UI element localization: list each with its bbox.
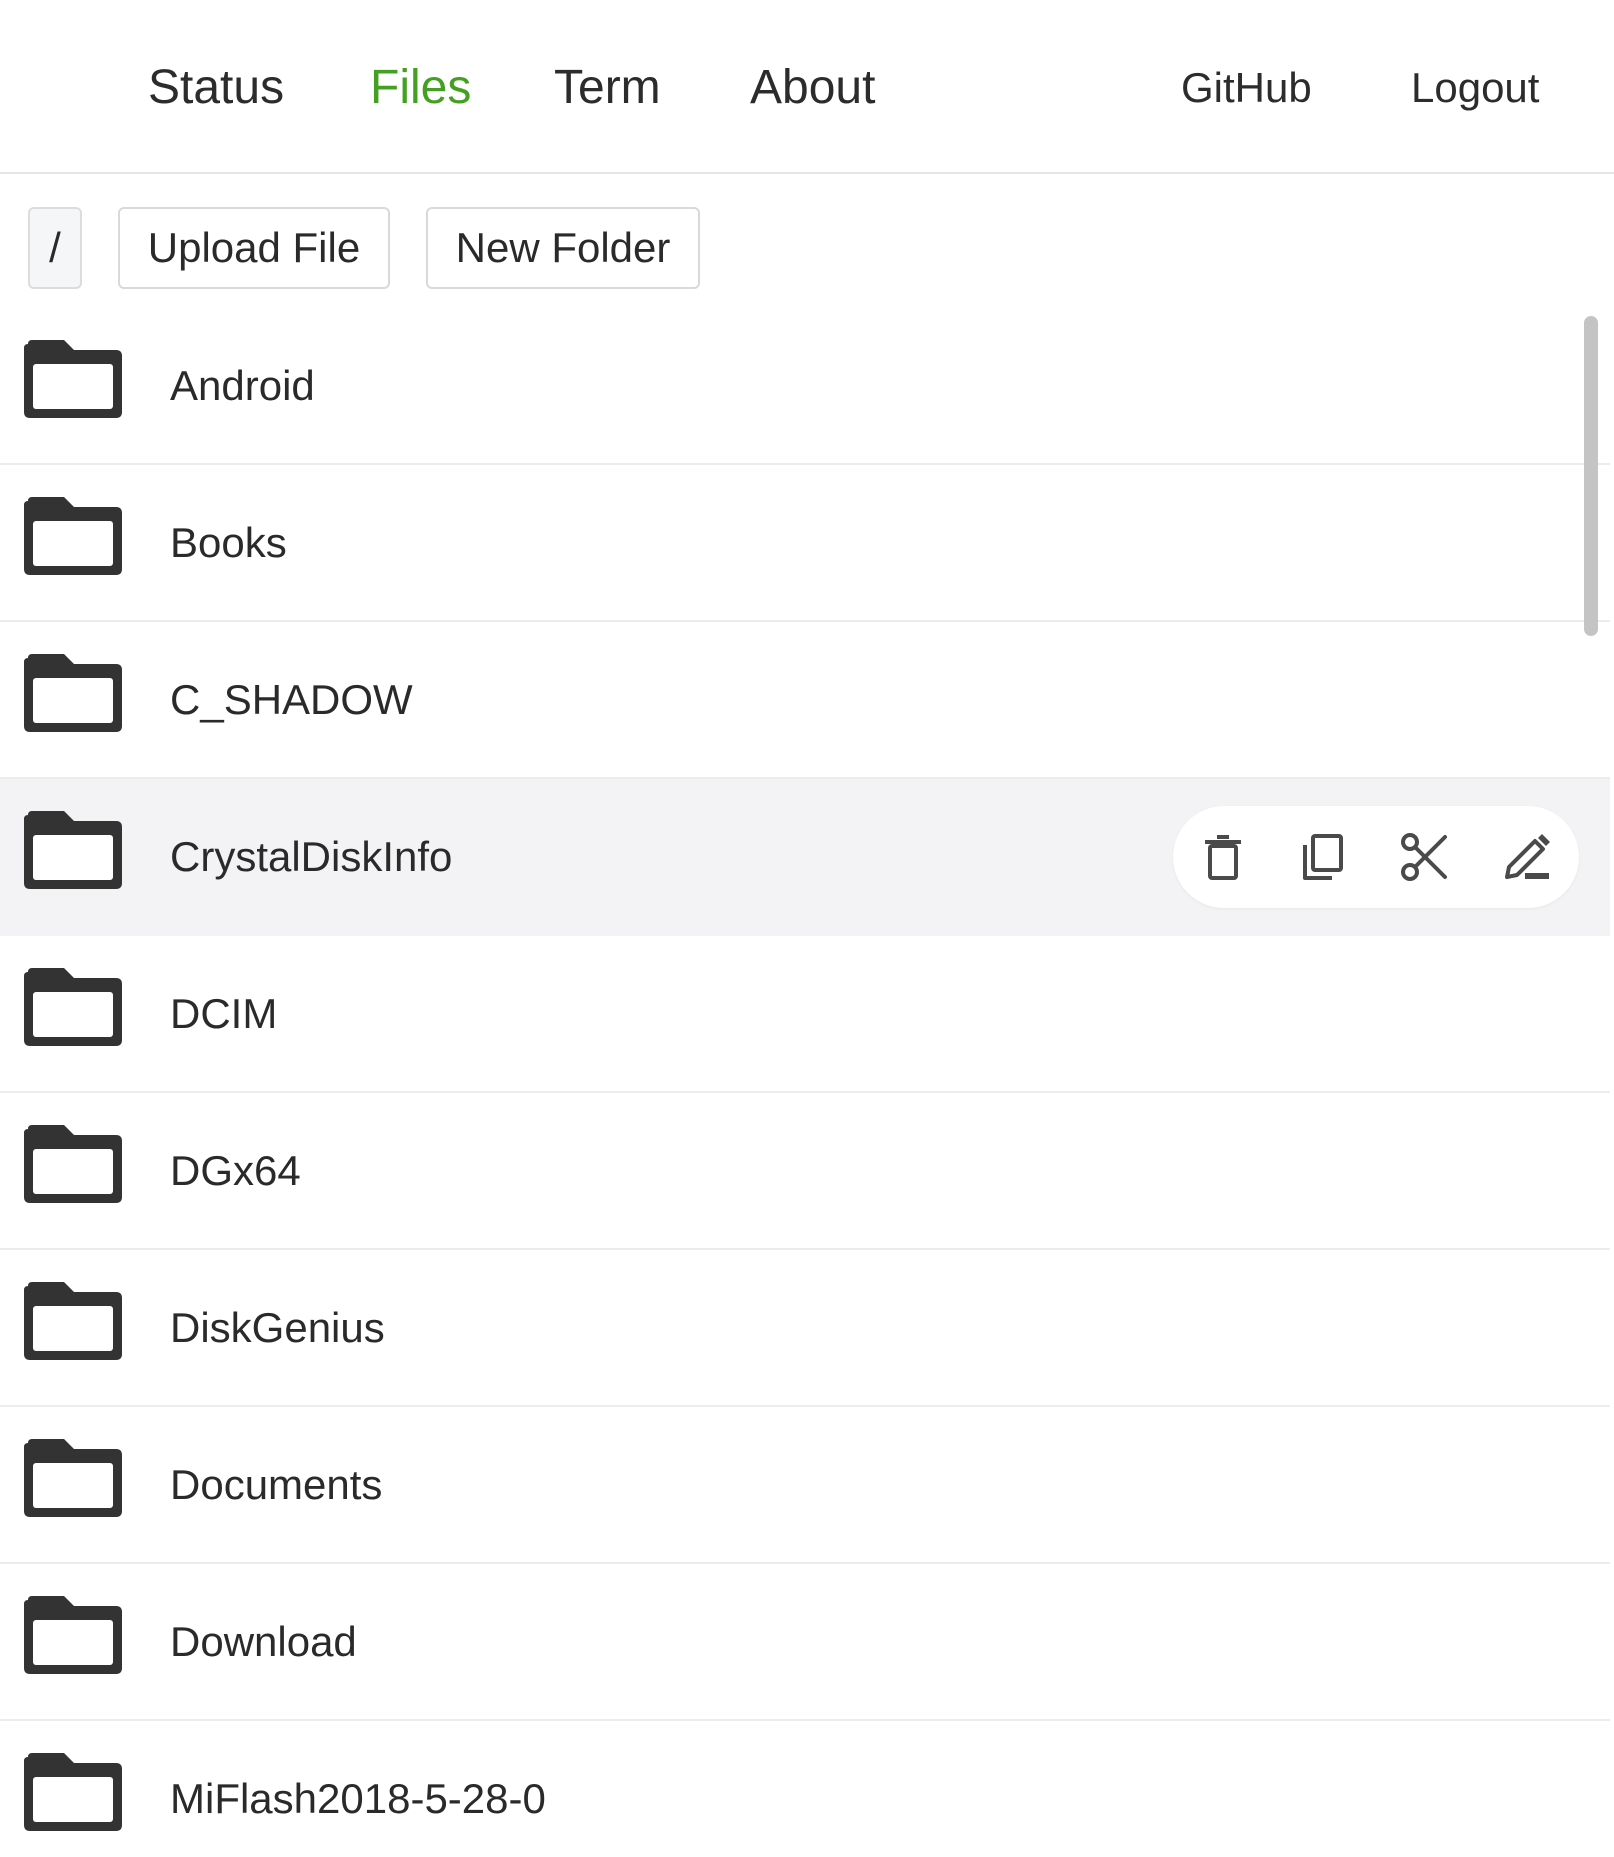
file-name: Download xyxy=(170,1618,357,1665)
file-row-books[interactable]: Books xyxy=(0,465,1610,622)
file-name: Books xyxy=(170,519,287,566)
folder-icon xyxy=(24,340,122,418)
folder-icon xyxy=(24,497,122,575)
file-name: Documents xyxy=(170,1461,383,1508)
file-name: DCIM xyxy=(170,990,278,1037)
file-name: MiFlash2018-5-28-0 xyxy=(170,1775,546,1822)
file-row-crystaldiskinfo[interactable]: CrystalDiskInfo xyxy=(0,779,1610,936)
file-toolbar: / Upload File New Folder xyxy=(0,174,1614,304)
file-list: Android Books C_SHADOW CrystalDiskInfo D… xyxy=(0,308,1614,1857)
folder-icon xyxy=(24,1596,122,1674)
file-manager-page: Status Files Term About GitHub Logout / … xyxy=(0,0,1614,1857)
file-row-dgx64[interactable]: DGx64 xyxy=(0,1093,1610,1250)
copy-icon[interactable] xyxy=(1294,829,1350,885)
path-breadcrumb[interactable]: / xyxy=(28,207,82,289)
file-row-documents[interactable]: Documents xyxy=(0,1407,1610,1564)
top-navbar: Status Files Term About GitHub Logout xyxy=(0,0,1614,174)
upload-file-button[interactable]: Upload File xyxy=(118,207,390,289)
new-folder-button[interactable]: New Folder xyxy=(426,207,700,289)
folder-icon xyxy=(24,1282,122,1360)
nav-term[interactable]: Term xyxy=(554,58,661,118)
nav-status[interactable]: Status xyxy=(148,58,284,118)
file-row-miflash2018-5-28-0[interactable]: MiFlash2018-5-28-0 xyxy=(0,1721,1610,1857)
nav-about[interactable]: About xyxy=(750,58,875,118)
file-name: C_SHADOW xyxy=(170,676,413,723)
folder-icon xyxy=(24,654,122,732)
file-row-download[interactable]: Download xyxy=(0,1564,1610,1721)
file-row-diskgenius[interactable]: DiskGenius xyxy=(0,1250,1610,1407)
file-name: DiskGenius xyxy=(170,1304,385,1351)
folder-icon xyxy=(24,1753,122,1831)
nav-github[interactable]: GitHub xyxy=(1181,58,1312,118)
file-row-android[interactable]: Android xyxy=(0,308,1610,465)
rename-icon[interactable] xyxy=(1499,829,1555,885)
folder-icon xyxy=(24,968,122,1046)
folder-icon xyxy=(24,1125,122,1203)
folder-icon xyxy=(24,811,122,889)
file-row-dcim[interactable]: DCIM xyxy=(0,936,1610,1093)
file-name: Android xyxy=(170,362,315,409)
cut-icon[interactable] xyxy=(1397,829,1453,885)
row-actions xyxy=(1173,806,1579,908)
nav-files[interactable]: Files xyxy=(370,58,471,118)
scrollbar-thumb[interactable] xyxy=(1584,316,1598,636)
file-name: CrystalDiskInfo xyxy=(170,833,453,880)
file-name: DGx64 xyxy=(170,1147,301,1194)
delete-icon[interactable] xyxy=(1195,829,1251,885)
folder-icon xyxy=(24,1439,122,1517)
nav-logout[interactable]: Logout xyxy=(1411,58,1539,118)
file-row-c-shadow[interactable]: C_SHADOW xyxy=(0,622,1610,779)
